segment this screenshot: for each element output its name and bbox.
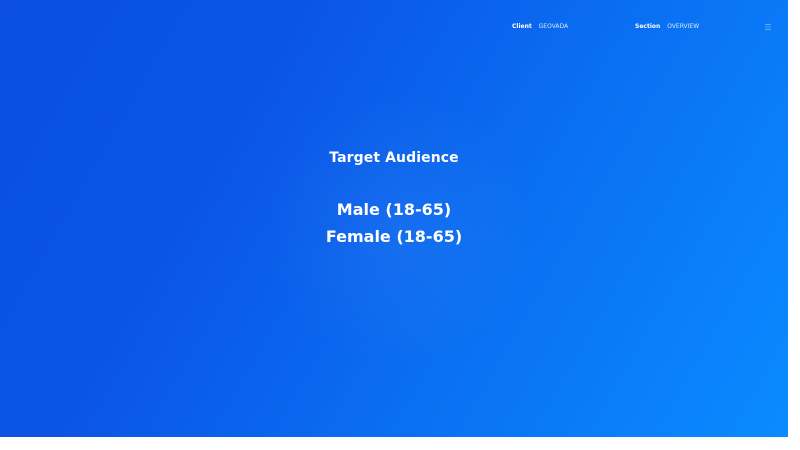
client-value: GEOVADA [538, 23, 569, 30]
audience-item-female: Female (18-65) [325, 227, 463, 246]
section-label: Section [635, 23, 661, 30]
menu-icon[interactable] [765, 24, 771, 30]
audience-list: Male (18-65) Female (18-65) [0, 196, 788, 250]
section-value: OVERVIEW [667, 23, 700, 30]
client-meta: Client GEOVADA [512, 22, 568, 32]
client-label: Client [512, 23, 532, 30]
presentation-slide: Client GEOVADA Section OVERVIEW Target A… [0, 0, 788, 437]
slide-title: Target Audience [329, 150, 459, 166]
audience-item-male: Male (18-65) [336, 200, 452, 219]
section-meta: Section OVERVIEW [635, 22, 699, 32]
